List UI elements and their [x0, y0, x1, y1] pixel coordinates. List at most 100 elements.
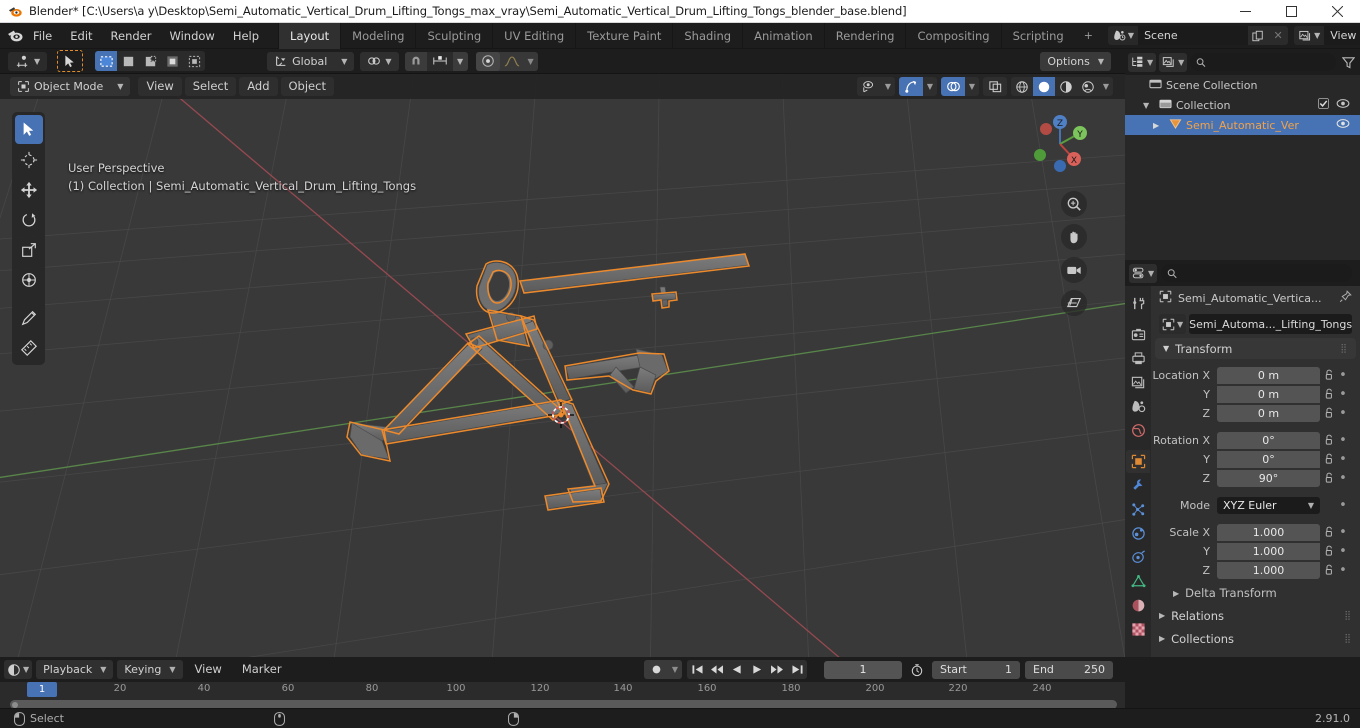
timeline-editor-type-icon[interactable]: ▼ [4, 660, 33, 679]
play-icon[interactable] [747, 660, 767, 679]
location-x-animate-dot[interactable]: • [1336, 368, 1350, 383]
material-preview-shading-icon[interactable] [1055, 77, 1077, 96]
3d-viewport[interactable]: ▼ Global ▼ ▼ ▼ ▼ Options ▼ Object Mode ▼… [0, 49, 1125, 657]
mode-dropdown[interactable]: Object Mode ▼ [10, 77, 131, 96]
outliner-row-collection[interactable]: ▼ Collection [1125, 95, 1360, 115]
scene-icon[interactable]: ▼ [1107, 26, 1139, 45]
transform-orientation-dropdown[interactable]: Global ▼ [267, 51, 355, 71]
outliner-search-input[interactable] [1210, 56, 1330, 68]
tool-measure-icon[interactable] [15, 333, 43, 362]
options-dropdown[interactable]: Options ▼ [1040, 51, 1111, 71]
overlay-chevron-icon[interactable]: ▼ [965, 77, 979, 96]
object-datablock-icon[interactable]: ▼ [1159, 314, 1187, 334]
maximize-icon[interactable] [1268, 0, 1314, 23]
menu-window[interactable]: Window [160, 26, 223, 46]
blender-menu-icon[interactable] [7, 25, 24, 47]
object-visibility-icon[interactable] [857, 77, 881, 96]
scale-x-lock-icon[interactable] [1323, 526, 1336, 538]
location-z-value[interactable]: 0 m [1217, 404, 1320, 422]
falloff-curve-icon[interactable] [500, 52, 524, 71]
keying-dropdown[interactable]: Keying ▼ [117, 660, 183, 679]
viewport-menu-select[interactable]: Select [184, 77, 237, 96]
outliner-display-mode-icon[interactable]: ▼ [1159, 52, 1188, 72]
tab-object-icon[interactable] [1126, 450, 1150, 473]
play-reverse-icon[interactable] [727, 660, 747, 679]
xray-toggle-icon[interactable] [983, 77, 1007, 96]
rotation-z-animate-dot[interactable]: • [1336, 471, 1350, 486]
location-x-lock-icon[interactable] [1323, 369, 1336, 381]
tab-modifier-icon[interactable] [1126, 474, 1150, 497]
relations-panel-header[interactable]: ▶ Relations ⣿ [1151, 605, 1360, 626]
rotation-x-value[interactable]: 0° [1217, 431, 1320, 449]
overlays-toggle-icon[interactable] [941, 77, 965, 96]
tab-view-layer-icon[interactable] [1126, 371, 1150, 394]
rotation-x-lock-icon[interactable] [1323, 434, 1336, 446]
properties-editor-type-icon[interactable]: ▼ [1129, 263, 1158, 283]
transform-panel-header[interactable]: ▼ Transform ⣿ [1155, 338, 1356, 359]
rotation-mode-animate-dot[interactable]: • [1336, 498, 1350, 513]
minimize-icon[interactable] [1222, 0, 1268, 23]
timeline-menu-view[interactable]: View [187, 660, 230, 679]
use-preview-range-icon[interactable] [907, 663, 927, 677]
snapping-target-dropdown[interactable]: ▼ [360, 51, 399, 71]
record-icon[interactable] [644, 660, 668, 679]
tab-texture-icon[interactable] [1126, 618, 1150, 641]
gizmo-chevron-icon[interactable]: ▼ [923, 77, 937, 96]
gizmo-toggle-icon[interactable] [899, 77, 923, 96]
solid-shading-icon[interactable] [1033, 77, 1055, 96]
delete-scene-button[interactable]: ✕ [1268, 26, 1289, 45]
timeline-body[interactable]: 20 40 60 80 100 120 140 160 180 200 220 … [0, 682, 1125, 709]
rotation-y-value[interactable]: 0° [1217, 450, 1320, 468]
rendered-shading-icon[interactable] [1077, 77, 1099, 96]
select-set-icon[interactable] [95, 51, 118, 71]
tab-modeling[interactable]: Modeling [340, 22, 415, 49]
current-frame-field[interactable]: 1 [824, 660, 902, 679]
next-keyframe-icon[interactable] [767, 660, 787, 679]
active-tool-tweak-icon[interactable] [57, 50, 84, 72]
previous-keyframe-icon[interactable] [707, 660, 727, 679]
tab-world-icon[interactable] [1126, 419, 1150, 442]
proportional-edit-icon[interactable] [475, 51, 500, 71]
tab-tool-icon[interactable] [1126, 292, 1150, 315]
tool-move-icon[interactable] [15, 175, 43, 204]
object-expander-icon[interactable]: ▶ [1153, 121, 1165, 130]
viewport-menu-add[interactable]: Add [239, 77, 278, 96]
scale-y-value[interactable]: 1.000 [1217, 542, 1320, 560]
rotation-z-lock-icon[interactable] [1323, 472, 1336, 484]
object-name-value[interactable]: Semi_Automa..._Lifting_Tongs [1189, 314, 1353, 334]
tab-sculpting[interactable]: Sculpting [415, 22, 492, 49]
timeline-menu-marker[interactable]: Marker [234, 660, 290, 679]
pin-icon[interactable] [1339, 290, 1352, 306]
timeline-playhead[interactable]: 1 [27, 682, 57, 697]
rotation-z-value[interactable]: 90° [1217, 469, 1320, 487]
tab-layout[interactable]: Layout [278, 22, 341, 49]
tab-rendering[interactable]: Rendering [823, 22, 906, 49]
delta-transform-subpanel-header[interactable]: ▶ Delta Transform [1151, 583, 1360, 603]
properties-search-input[interactable] [1181, 267, 1346, 279]
rotation-y-animate-dot[interactable]: • [1336, 452, 1350, 467]
tab-output-icon[interactable] [1126, 347, 1150, 370]
add-workspace-button[interactable]: + [1075, 23, 1102, 49]
tab-particles-icon[interactable] [1126, 498, 1150, 521]
tab-data-icon[interactable] [1126, 570, 1150, 593]
scale-y-animate-dot[interactable]: • [1336, 544, 1350, 559]
location-x-value[interactable]: 0 m [1217, 366, 1320, 384]
snap-options-chevron-icon[interactable]: ▼ [453, 52, 468, 71]
playback-dropdown[interactable]: Playback ▼ [36, 660, 114, 679]
instancing-panel-header[interactable]: ▶ Instancing ⣿ [1151, 651, 1360, 658]
outliner-row-object[interactable]: ▶ Semi_Automatic_Ver [1125, 115, 1360, 135]
timeline-editor[interactable]: ▼ Playback ▼ Keying ▼ View Marker ▼ 1 St… [0, 657, 1125, 709]
tab-animation[interactable]: Animation [742, 22, 824, 49]
menu-help[interactable]: Help [224, 26, 268, 46]
outliner-row-scene-collection[interactable]: Scene Collection [1125, 75, 1360, 95]
close-icon[interactable] [1314, 0, 1360, 23]
rotation-x-animate-dot[interactable]: • [1336, 433, 1350, 448]
visibility-chevron-icon[interactable]: ▼ [881, 77, 895, 96]
proportional-size-icon[interactable] [426, 51, 453, 71]
scale-y-lock-icon[interactable] [1323, 545, 1336, 557]
timeline-ruler[interactable]: 20 40 60 80 100 120 140 160 180 200 220 … [0, 682, 1125, 700]
rotation-y-lock-icon[interactable] [1323, 453, 1336, 465]
camera-view-icon[interactable] [1061, 257, 1087, 283]
tab-compositing[interactable]: Compositing [905, 22, 1000, 49]
location-y-lock-icon[interactable] [1323, 388, 1336, 400]
